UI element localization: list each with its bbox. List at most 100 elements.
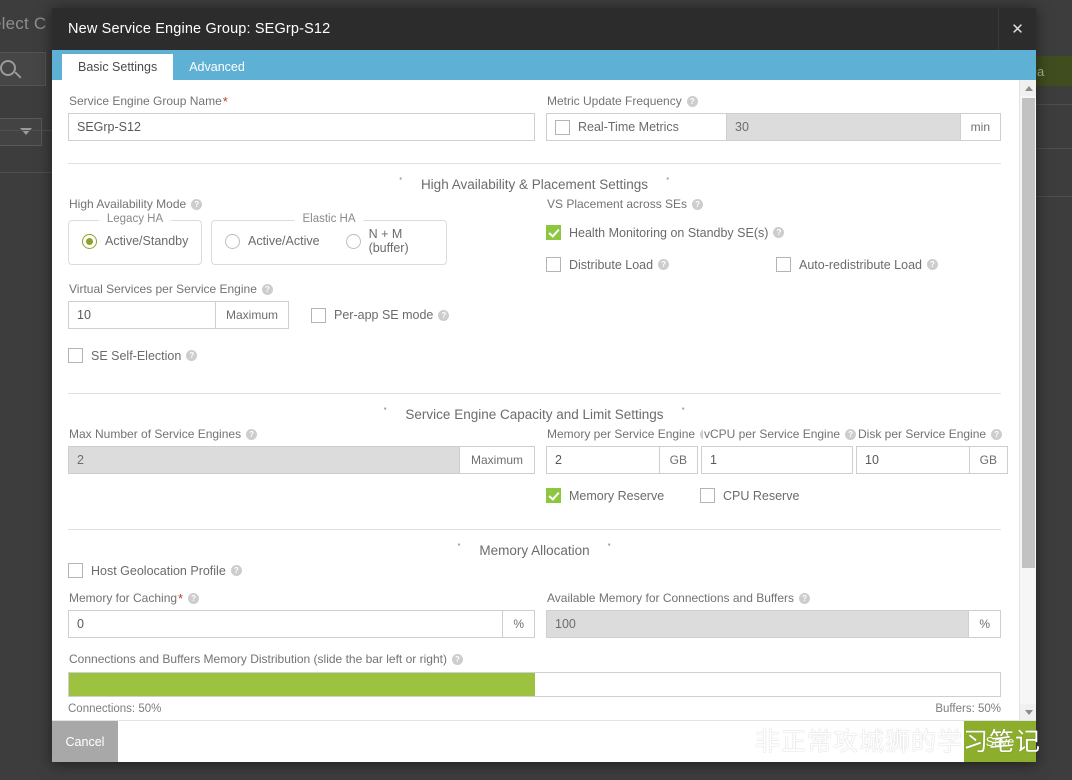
distribute-load-checkbox[interactable]: Distribute Load [546,257,653,272]
per-se-resource-labels: Memory per Service Engine ? vCPU per Ser… [546,427,1008,446]
close-icon[interactable]: ✕ [998,8,1036,50]
row-memory-fields: Memory for Caching* ? 0 % Available Memo… [68,591,1001,638]
form-scroll-area: Service Engine Group Name* SEGrp-S12 Met… [52,80,1019,720]
vs-per-se-row: 10 Maximum Per-app SE mode ? [68,301,535,329]
memory-distribution-block: Connections and Buffers Memory Distribut… [68,652,1001,715]
help-icon[interactable]: ? [700,429,703,440]
tab-advanced[interactable]: Advanced [173,54,261,80]
tab-bar: Basic Settings Advanced [52,50,1036,80]
host-geolocation-row: Host Geolocation Profile ? [68,563,1001,578]
vs-per-se-input[interactable]: 10 [68,301,215,329]
radio-n-plus-m-buffer[interactable]: N + M (buffer) [346,227,433,255]
vs-per-se-label: Virtual Services per Service Engine ? [69,282,535,297]
memory-distribution-legend: Connections: 50% Buffers: 50% [68,703,1001,715]
help-icon[interactable]: ? [246,429,257,440]
memory-for-caching-field: Memory for Caching* ? 0 % [68,591,535,638]
max-se-group: 2 Maximum [68,446,535,474]
health-monitoring-checkbox[interactable]: Health Monitoring on Standby SE(s) [546,225,768,240]
help-icon[interactable]: ? [188,593,199,604]
help-icon[interactable]: ? [773,227,784,238]
vcpu-per-se-input[interactable]: 1 [701,446,853,474]
section-capacity: · Service Engine Capacity and Limit Sett… [68,393,1001,413]
dialog-title: New Service Engine Group: SEGrp-S12 [52,21,998,37]
memory-distribution-slider[interactable] [68,672,1001,697]
help-icon[interactable]: ? [799,593,810,604]
help-icon[interactable]: ? [687,96,698,107]
max-se-field: Max Number of Service Engines ? 2 Maximu… [68,427,535,503]
reserve-row: Memory Reserve CPU Reserve [546,488,1008,503]
scroll-up-arrow-icon[interactable] [1020,80,1036,96]
help-icon[interactable]: ? [438,310,449,321]
help-icon[interactable]: ? [262,284,273,295]
health-monitoring-row: Health Monitoring on Standby SE(s) ? [546,225,1001,240]
dialog-header: New Service Engine Group: SEGrp-S12 ✕ [52,8,1036,50]
vs-placement-column: VS Placement across SEs ? Health Monitor… [535,197,1001,363]
search-icon [0,60,16,76]
load-options-row: Distribute Load ? Auto-redistribute Load… [546,257,1001,272]
available-memory-label: Available Memory for Connections and Buf… [547,591,1001,606]
buffers-percent-label: Buffers: 50% [935,703,1001,715]
se-self-election-checkbox[interactable]: SE Self-Election [68,348,181,363]
new-service-engine-group-dialog: New Service Engine Group: SEGrp-S12 ✕ Ba… [52,8,1036,762]
row-name-and-metrics: Service Engine Group Name* SEGrp-S12 Met… [68,94,1001,141]
cancel-button[interactable]: Cancel [52,721,118,762]
help-icon[interactable]: ? [927,259,938,270]
radio-ring [225,234,240,249]
help-icon[interactable]: ? [452,654,463,665]
section-capacity-title: · Service Engine Capacity and Limit Sett… [369,401,699,416]
memory-for-caching-unit: % [502,610,535,638]
vcpu-per-se-group: 1 [701,446,853,474]
vs-per-se-group: 10 Maximum [68,301,289,329]
radio-active-active[interactable]: Active/Active [225,234,320,249]
available-memory-input[interactable]: 100 [546,610,968,638]
host-geolocation-profile-checkbox[interactable]: Host Geolocation Profile [68,563,226,578]
per-se-resource-inputs: 2 GB 1 10 GB [546,446,1008,474]
se-group-name-input[interactable]: SEGrp-S12 [68,113,535,141]
auto-redistribute-wrap: Auto-redistribute Load ? [776,257,938,272]
radio-active-standby[interactable]: Active/Standby [82,234,188,249]
ha-column: High Availability Mode ? Legacy HA Activ… [68,197,535,363]
help-icon[interactable]: ? [658,259,669,270]
distribute-load-wrap: Distribute Load ? [546,257,776,272]
memory-for-caching-input[interactable]: 0 [68,610,502,638]
dialog-body: Service Engine Group Name* SEGrp-S12 Met… [52,80,1036,720]
real-time-metrics-checkbox[interactable]: Real-Time Metrics [555,120,679,135]
connections-percent-label: Connections: 50% [68,703,161,715]
scrollbar-thumb[interactable] [1022,98,1035,568]
memory-reserve-checkbox[interactable]: Memory Reserve [546,488,700,503]
help-icon[interactable]: ? [845,429,856,440]
help-icon[interactable]: ? [186,350,197,361]
vs-per-se-maximum-addon: Maximum [215,301,289,329]
scroll-down-arrow-icon[interactable] [1020,704,1036,720]
metric-frequency-input[interactable]: 30 [726,113,960,141]
form-scrollbar[interactable] [1019,80,1036,720]
help-icon[interactable]: ? [191,199,202,210]
cpu-reserve-checkbox[interactable]: CPU Reserve [700,488,799,503]
ha-mode-label: High Availability Mode ? [69,197,535,212]
help-icon[interactable]: ? [231,565,242,576]
auto-redistribute-load-checkbox[interactable]: Auto-redistribute Load [776,257,922,272]
per-app-se-mode-checkbox[interactable]: Per-app SE mode [311,308,433,323]
disk-per-se-input[interactable]: 10 [856,446,969,474]
max-se-input[interactable]: 2 [68,446,459,474]
per-se-resources: Memory per Service Engine ? vCPU per Ser… [535,427,1008,503]
help-icon[interactable]: ? [692,199,703,210]
memory-for-caching-group: 0 % [68,610,535,638]
save-button[interactable]: Save [964,721,1036,762]
tab-basic-settings[interactable]: Basic Settings [62,54,173,80]
disk-per-se-group: 10 GB [856,446,1008,474]
vcpu-per-se-label: vCPU per Service Engine ? [704,427,857,442]
memory-per-se-input[interactable]: 2 [546,446,659,474]
vs-placement-label: VS Placement across SEs ? [547,197,1001,212]
footer-spacer [118,721,964,762]
max-se-maximum-addon: Maximum [459,446,535,474]
help-icon[interactable]: ? [991,429,1002,440]
dialog-footer: Cancel Save [52,720,1036,762]
checkbox-box [311,308,326,323]
max-se-label: Max Number of Service Engines ? [69,427,535,442]
available-memory-unit: % [968,610,1001,638]
metric-frequency-group: Real-Time Metrics 30 min [546,113,1001,141]
ha-mode-options: Legacy HA Active/Standby Elastic HA Acti… [68,220,535,265]
metric-update-frequency-label: Metric Update Frequency ? [547,94,1001,109]
checkbox-box [68,563,83,578]
